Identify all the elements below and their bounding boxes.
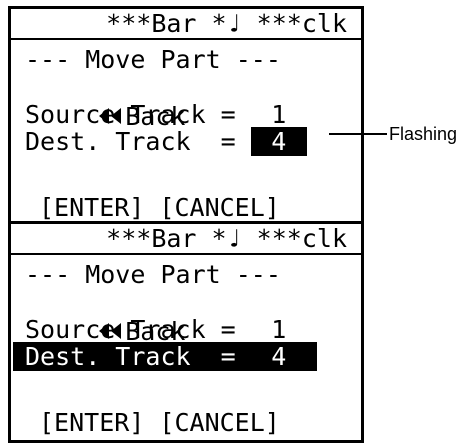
back-menu-item[interactable]: Back [11, 288, 361, 346]
enter-cancel-prompt[interactable]: [ENTER] [CANCEL] [11, 408, 361, 437]
menu-title: --- Move Part --- [25, 260, 281, 289]
dest-track-value: 4 [271, 342, 287, 371]
source-track-row[interactable]: Source Track = 1 [11, 100, 361, 129]
dest-track-value-flashing[interactable]: 4 [250, 127, 307, 156]
source-track-value: 1 [271, 315, 287, 344]
status-bar-text: ***Bar *♩ ***clk [106, 9, 347, 38]
dest-track-label: Dest. Track = [25, 342, 236, 371]
status-bar-text: ***Bar *♩ ***clk [106, 224, 347, 253]
enter-cancel-prompt[interactable]: [ENTER] [CANCEL] [11, 193, 361, 222]
back-menu-item[interactable]: Back [11, 73, 361, 131]
lcd-screen-value-flashing: ***Bar *♩ ***clk --- Move Part --- Back … [8, 6, 364, 228]
source-track-label: Source Track = [25, 315, 236, 344]
source-track-label: Source Track = [25, 100, 236, 129]
flashing-callout-label: Flashing [389, 124, 458, 144]
status-bar: ***Bar *♩ ***clk [11, 224, 361, 255]
dest-track-row-highlighted[interactable]: Dest. Track = 4 [13, 342, 317, 371]
dest-track-row[interactable]: Dest. Track = 4 [11, 127, 361, 156]
status-bar: ***Bar *♩ ***clk [11, 9, 361, 40]
source-track-value: 1 [271, 100, 287, 129]
flashing-callout-line [329, 133, 387, 135]
lcd-screen-row-highlighted: ***Bar *♩ ***clk --- Move Part --- Back … [8, 221, 364, 443]
menu-title: --- Move Part --- [25, 45, 281, 74]
dest-track-label: Dest. Track = [25, 127, 236, 156]
source-track-row[interactable]: Source Track = 1 [11, 315, 361, 344]
